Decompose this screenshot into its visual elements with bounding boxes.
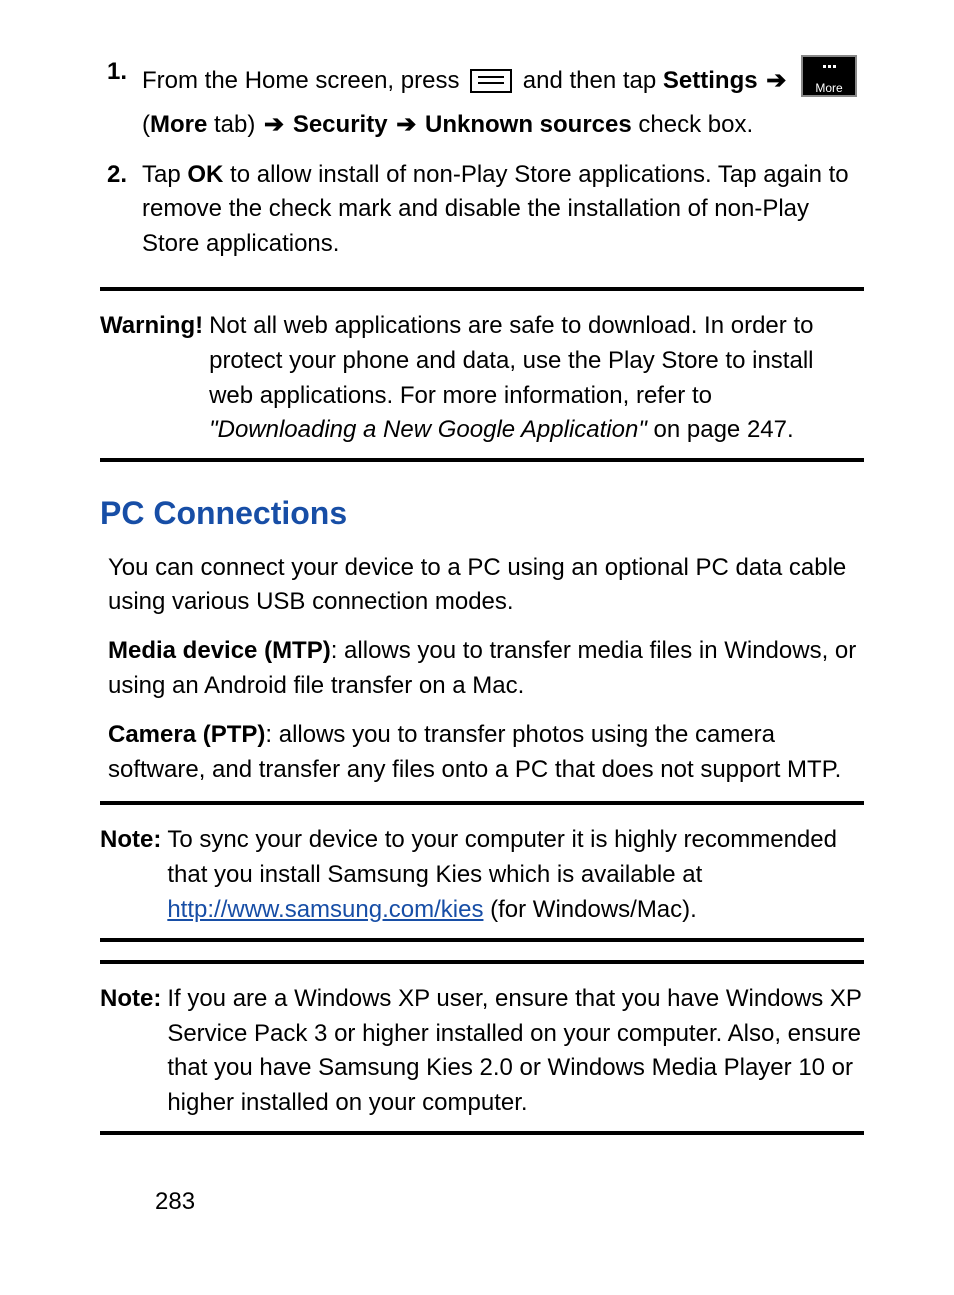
text: and then tap — [523, 67, 663, 94]
mtp-paragraph: Media device (MTP): allows you to transf… — [108, 634, 864, 704]
samsung-kies-link[interactable]: http://www.samsung.com/kies — [167, 896, 483, 923]
step-1: 1. From the Home screen, press and then … — [100, 55, 864, 143]
note-body: If you are a Windows XP user, ensure tha… — [167, 982, 864, 1121]
ordered-steps: 1. From the Home screen, press and then … — [100, 55, 864, 262]
text: check box. — [638, 111, 753, 138]
text: to allow install of non-Play Store appli… — [142, 161, 849, 258]
divider — [100, 938, 864, 942]
divider — [100, 801, 864, 805]
page-number: 283 — [155, 1185, 864, 1220]
note-block-2: Note: If you are a Windows XP user, ensu… — [100, 982, 864, 1121]
text: To sync your device to your computer it … — [167, 826, 837, 888]
note-label: Note: — [100, 823, 167, 927]
text: tab) — [207, 111, 262, 138]
arrow-icon: ➔ — [396, 111, 416, 138]
text: Tap — [142, 161, 187, 188]
unknown-sources-label: Unknown sources — [425, 111, 632, 138]
reference-italic: "Downloading a New Google Application" — [209, 416, 647, 443]
text: ( — [142, 111, 150, 138]
warning-block: Warning! Not all web applications are sa… — [100, 309, 864, 448]
step-number: 1. — [100, 55, 142, 143]
menu-icon — [470, 69, 512, 93]
more-bold: More — [150, 111, 207, 138]
ptp-paragraph: Camera (PTP): allows you to transfer pho… — [108, 718, 864, 788]
arrow-icon: ➔ — [264, 111, 284, 138]
text: (for Windows/Mac). — [483, 896, 696, 923]
note-block-1: Note: To sync your device to your comput… — [100, 823, 864, 927]
warning-label: Warning! — [100, 309, 209, 448]
mtp-label: Media device (MTP) — [108, 637, 331, 664]
step-body: From the Home screen, press and then tap… — [142, 55, 864, 143]
text: From the Home screen, press — [142, 67, 466, 94]
step-2: 2. Tap OK to allow install of non-Play S… — [100, 158, 864, 262]
divider — [100, 1131, 864, 1135]
divider — [100, 287, 864, 291]
note-label: Note: — [100, 982, 167, 1121]
settings-label: Settings — [663, 67, 758, 94]
divider — [100, 960, 864, 964]
arrow-icon: ➔ — [766, 67, 786, 94]
section-heading: PC Connections — [100, 490, 864, 536]
divider — [100, 458, 864, 462]
note-body: To sync your device to your computer it … — [167, 823, 864, 927]
ptp-label: Camera (PTP) — [108, 721, 265, 748]
step-number: 2. — [100, 158, 142, 262]
step-body: Tap OK to allow install of non-Play Stor… — [142, 158, 864, 262]
ok-label: OK — [187, 161, 223, 188]
security-label: Security — [293, 111, 388, 138]
text: Not all web applications are safe to dow… — [209, 312, 813, 409]
more-icon: More — [801, 55, 857, 108]
text: on page 247. — [654, 416, 794, 443]
intro-paragraph: You can connect your device to a PC usin… — [108, 551, 864, 621]
warning-body: Not all web applications are safe to dow… — [209, 309, 864, 448]
